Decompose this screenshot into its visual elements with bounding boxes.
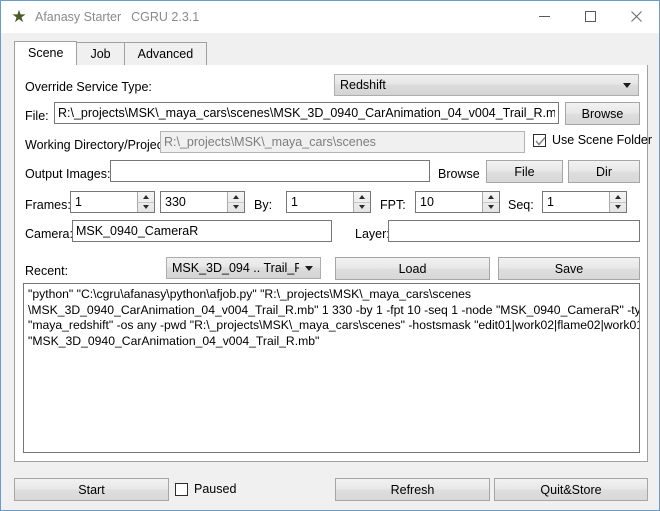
output-images-input[interactable]	[110, 160, 430, 182]
star-icon: ★	[11, 6, 27, 26]
recent-combo[interactable]: MSK_3D_094 .. Trail_R.mb	[166, 257, 321, 279]
save-button[interactable]: Save	[498, 257, 640, 280]
afanasy-starter-window: ★ Afanasy Starter CGRU 2.3.1 Scene Job A…	[0, 0, 660, 511]
service-type-combo[interactable]: Redshift	[334, 74, 639, 96]
file-input[interactable]	[54, 102, 559, 124]
stepper-buttons[interactable]	[137, 192, 154, 212]
workdir-label: Working Directory/Project:	[25, 138, 170, 152]
stepper-down-icon[interactable]	[483, 203, 499, 213]
service-type-value: Redshift	[340, 78, 386, 92]
stepper-up-icon[interactable]	[354, 192, 370, 203]
checkbox-box	[533, 133, 546, 147]
command-preview-textarea[interactable]: "python" "C:\cgru\afanasy\python\afjob.p…	[23, 283, 640, 453]
stepper-up-icon[interactable]	[228, 192, 244, 203]
by-stepper[interactable]: 1	[286, 191, 371, 213]
frames-start-stepper[interactable]: 1	[70, 191, 155, 213]
frames-start-value: 1	[75, 195, 82, 209]
tab-scene[interactable]: Scene	[14, 41, 78, 65]
camera-label: Camera:	[25, 227, 73, 241]
paused-label: Paused	[194, 482, 237, 496]
layer-input[interactable]	[388, 220, 640, 242]
checkbox-box	[175, 482, 188, 496]
output-dir-button[interactable]: Dir	[568, 160, 640, 183]
seq-label: Seq:	[508, 198, 534, 212]
stepper-up-icon[interactable]	[610, 192, 626, 203]
tab-strip: Scene Job Advanced	[14, 41, 648, 66]
window-version: CGRU 2.3.1	[131, 9, 200, 24]
chevron-down-icon	[305, 265, 313, 271]
output-browse-label: Browse	[438, 167, 480, 181]
command-line: "MSK_3D_0940_CarAnimation_04_v004_Trail_…	[28, 333, 320, 348]
seq-stepper[interactable]: 1	[542, 191, 627, 213]
output-file-button[interactable]: File	[486, 160, 563, 183]
title-bar: ★ Afanasy Starter CGRU 2.3.1	[1, 1, 659, 33]
frames-end-value: 330	[165, 195, 186, 209]
start-button[interactable]: Start	[14, 478, 169, 501]
footer-bar: Start Paused Refresh Quit&Store	[1, 469, 659, 510]
fpt-label: FPT:	[380, 198, 406, 212]
tab-job[interactable]: Job	[76, 42, 125, 65]
by-value: 1	[291, 195, 298, 209]
use-scene-folder-checkbox[interactable]: Use Scene Folder	[533, 133, 652, 147]
service-type-label: Override Service Type:	[25, 80, 152, 94]
stepper-down-icon[interactable]	[138, 203, 154, 213]
stepper-buttons[interactable]	[353, 192, 370, 212]
minimize-icon[interactable]	[521, 1, 567, 32]
stepper-buttons[interactable]	[482, 192, 499, 212]
stepper-buttons[interactable]	[609, 192, 626, 212]
recent-label: Recent:	[25, 264, 69, 278]
by-label: By:	[254, 198, 273, 212]
scene-tab-panel: Override Service Type: Redshift File: Br…	[14, 65, 652, 462]
camera-input[interactable]	[72, 220, 332, 242]
stepper-up-icon[interactable]	[483, 192, 499, 203]
close-icon[interactable]	[613, 1, 659, 32]
output-images-label: Output Images:	[25, 167, 111, 181]
fpt-value: 10	[420, 195, 434, 209]
command-line: "maya_redshift" -os any -pwd "R:\_projec…	[28, 318, 640, 333]
layer-label: Layer:	[355, 227, 390, 241]
paused-checkbox[interactable]: Paused	[175, 482, 236, 496]
stepper-down-icon[interactable]	[610, 203, 626, 213]
stepper-down-icon[interactable]	[228, 203, 244, 213]
seq-value: 1	[547, 195, 554, 209]
recent-selected-value: MSK_3D_094 .. Trail_R.mb	[172, 261, 299, 275]
file-browse-button[interactable]: Browse	[565, 102, 640, 125]
frames-label: Frames:	[25, 198, 71, 212]
window-controls	[521, 1, 659, 32]
tab-advanced[interactable]: Advanced	[123, 42, 208, 65]
command-line: \MSK_3D_0940_CarAnimation_04_v004_Trail_…	[28, 302, 640, 317]
workdir-input	[160, 131, 525, 153]
stepper-up-icon[interactable]	[138, 192, 154, 203]
fpt-stepper[interactable]: 10	[415, 191, 500, 213]
load-button[interactable]: Load	[335, 257, 490, 280]
file-label: File:	[25, 109, 49, 123]
quit-store-button[interactable]: Quit&Store	[494, 478, 648, 501]
chevron-down-icon	[623, 82, 631, 88]
window-title: Afanasy Starter	[35, 9, 122, 24]
use-scene-folder-label: Use Scene Folder	[552, 133, 653, 147]
command-line: "python" "C:\cgru\afanasy\python\afjob.p…	[28, 287, 471, 301]
refresh-button[interactable]: Refresh	[335, 478, 490, 501]
maximize-icon[interactable]	[567, 1, 613, 32]
frames-end-stepper[interactable]: 330	[160, 191, 245, 213]
stepper-down-icon[interactable]	[354, 203, 370, 213]
stepper-buttons[interactable]	[227, 192, 244, 212]
